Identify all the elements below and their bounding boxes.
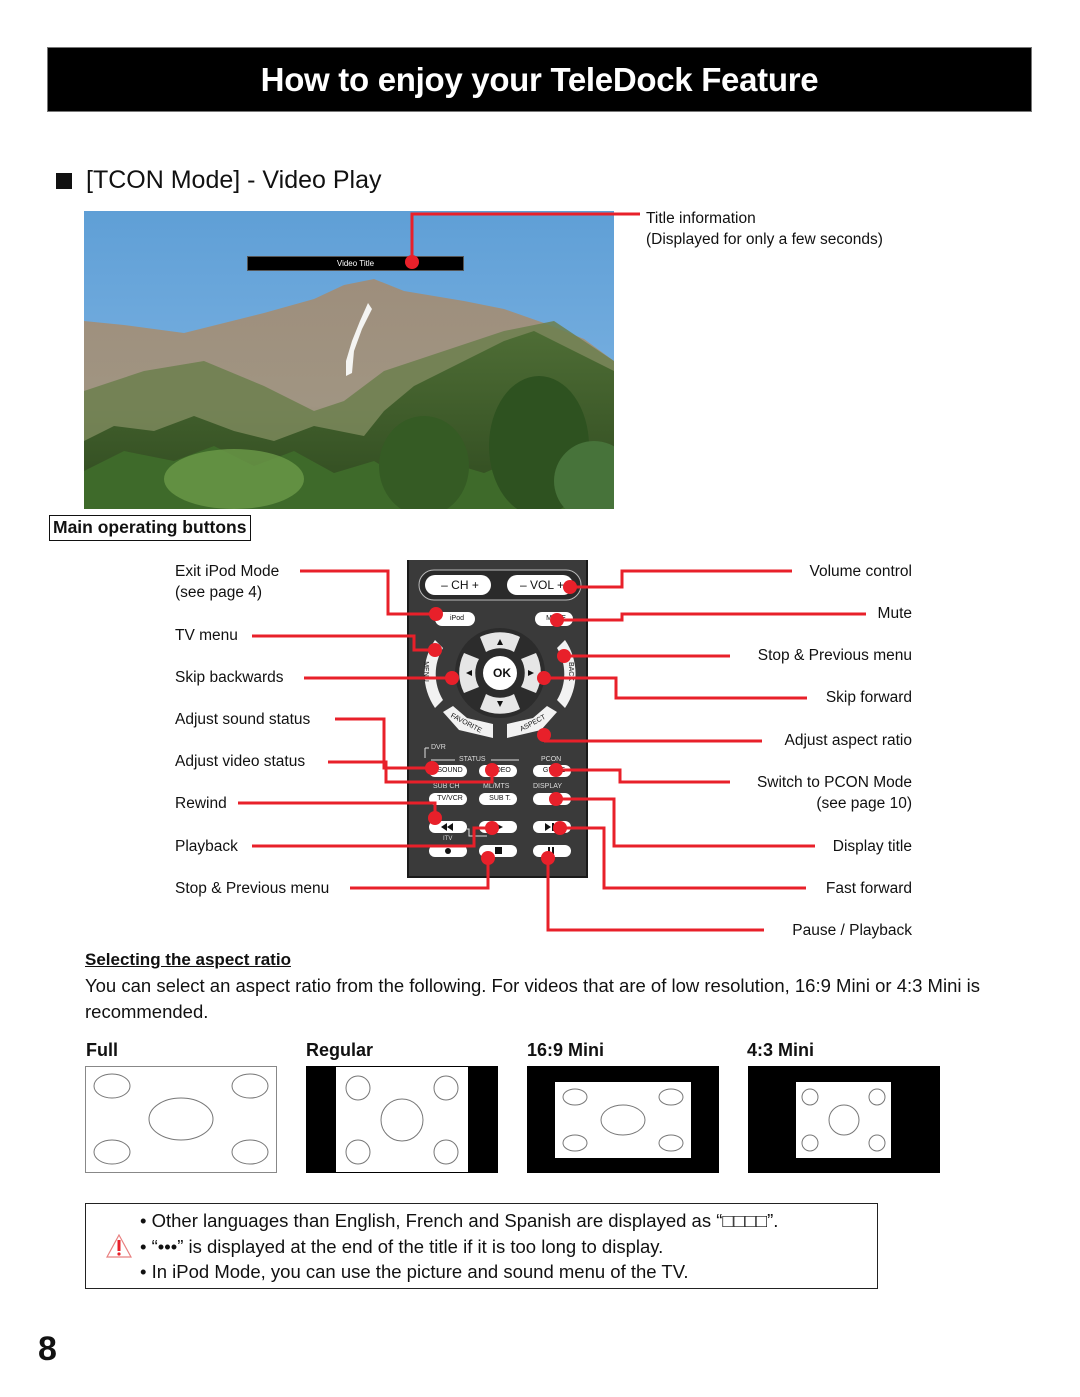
callout-line-volume (570, 569, 792, 589)
notes-list: • Other languages than English, French a… (140, 1208, 778, 1285)
callout-line-rewind (238, 801, 437, 818)
callout-display-title: Display title (832, 838, 912, 855)
callout-stop-previous-left: Stop & Previous menu (175, 880, 330, 897)
video-title-overlay: Video Title (247, 256, 464, 271)
callout-playback: Playback (175, 838, 238, 855)
aspect-diagram-regular (306, 1066, 498, 1173)
square-bullet-icon (56, 172, 72, 189)
remote-dvr-label: DVR (431, 744, 446, 751)
main-operating-buttons-heading: Main operating buttons (49, 515, 252, 541)
callout-adjust-sound: Adjust sound status (175, 711, 311, 728)
remote-mute-label[interactable]: MUTE (537, 615, 575, 622)
aspect-diagram-4-3-mini (748, 1066, 940, 1173)
note-item: • Other languages than English, French a… (140, 1210, 779, 1231)
callout-skip-forward: Skip forward (825, 689, 912, 706)
callout-volume: Volume control (809, 563, 912, 580)
remote-tv-vcr-label[interactable]: TV/VCR (431, 795, 469, 802)
remote-guide-label[interactable]: GUIDE (535, 767, 573, 774)
callout-pcon-label: Switch to PCON Mode (756, 774, 912, 791)
remote-ok-label[interactable]: OK (487, 666, 517, 680)
callout-pcon: Switch to PCON Mode (see page 10) (757, 772, 912, 814)
callout-title-information-note: (Displayed for only a few seconds) (646, 231, 883, 248)
title-banner: How to enjoy your TeleDock Feature (47, 47, 1032, 112)
callout-exit-ipod-sub: (see page 4) (175, 584, 263, 601)
remote-menu-label[interactable]: MENU (422, 661, 429, 682)
video-title-overlay-text: Video Title (336, 259, 375, 268)
aspect-ratio-paragraph: You can select an aspect ratio from the … (85, 975, 980, 1022)
remote-ipod-label[interactable]: iPod (437, 615, 477, 622)
callout-fast-forward: Fast forward (825, 880, 912, 897)
remote-ml-mts-label: ML/MTS (483, 783, 510, 790)
remote-control: – CH + – VOL + iPod MUTE OK MENU BACK FA… (407, 560, 588, 878)
remote-pcon-label: PCON (541, 756, 562, 763)
callout-pause-playback: Pause / Playback (792, 922, 912, 939)
remote-vol-label[interactable]: – VOL + (509, 578, 575, 592)
remote-back-label[interactable]: BACK (567, 662, 574, 681)
callout-exit-ipod-label: Exit iPod Mode (175, 563, 280, 580)
remote-video-label[interactable]: VIDEO (481, 767, 519, 774)
callout-exit-ipod: Exit iPod Mode (see page 4) (175, 561, 279, 603)
page-number: 8 (38, 1330, 57, 1368)
remote-control-drawing (418, 569, 582, 857)
section-heading-text: [TCON Mode] - Video Play (86, 166, 382, 194)
remote-sound-label[interactable]: SOUND (431, 767, 469, 774)
callout-rewind: Rewind (175, 795, 227, 812)
callout-line-fast-forward (560, 826, 806, 890)
warning-icon (106, 1234, 132, 1258)
remote-status-label: STATUS (459, 756, 486, 763)
callout-aspect-ratio: Adjust aspect ratio (784, 732, 912, 749)
display-button (533, 793, 571, 805)
remote-ch-label[interactable]: – CH + (427, 578, 493, 592)
remote-itv-label: ITV (443, 836, 453, 842)
mode-label-full: Full (86, 1040, 118, 1060)
note-item: • In iPod Mode, you can use the picture … (140, 1261, 689, 1282)
page-title: How to enjoy your TeleDock Feature (260, 60, 819, 98)
callout-pcon-sub: (see page 10) (816, 795, 912, 812)
callout-mute: Mute (877, 605, 912, 622)
remote-sub-ch-label: SUB CH (433, 783, 460, 790)
aspect-diagram-full (85, 1066, 277, 1173)
callout-title-information: Title information (646, 210, 756, 227)
aspect-diagram-16-9-mini (527, 1066, 719, 1173)
mode-label-16-9-mini: 16:9 Mini (527, 1040, 605, 1060)
callout-line-mute (557, 612, 866, 622)
callout-stop-previous-right: Stop & Previous menu (757, 647, 912, 664)
callout-skip-backwards: Skip backwards (175, 669, 284, 686)
section-heading: [TCON Mode] - Video Play (56, 166, 381, 195)
remote-display-label: DISPLAY (533, 783, 563, 790)
title-information-callout: Title information (Displayed for only a … (646, 208, 883, 250)
mode-label-4-3-mini: 4:3 Mini (747, 1040, 815, 1060)
mode-label-regular: Regular (306, 1040, 374, 1060)
aspect-ratio-heading: Selecting the aspect ratio (85, 950, 291, 969)
note-item: • “•••” is displayed at the end of the t… (140, 1235, 664, 1257)
callout-adjust-video: Adjust video status (175, 753, 306, 770)
remote-sub-t-label[interactable]: SUB T. (481, 795, 519, 802)
callout-tv-menu: TV menu (175, 627, 238, 644)
